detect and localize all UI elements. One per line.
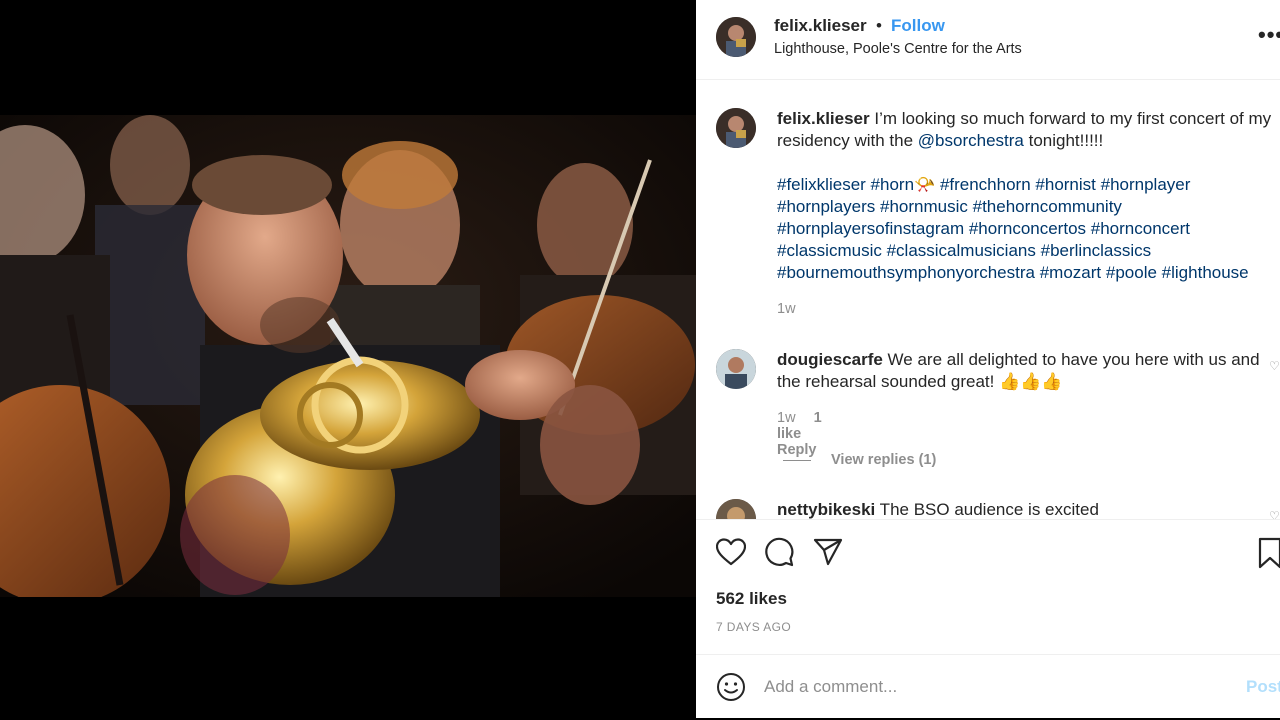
- hashtag[interactable]: #hornconcertos: [969, 219, 1086, 238]
- author-avatar[interactable]: [716, 17, 756, 57]
- caption-time: 1w: [777, 301, 796, 317]
- follow-button[interactable]: Follow: [891, 16, 945, 36]
- mention-link[interactable]: @bsorchestra: [918, 131, 1024, 150]
- hashtag[interactable]: #lighthouse: [1162, 263, 1249, 282]
- hashtag-list: #felixklieser #horn📯 #frenchhorn #hornis…: [777, 175, 1249, 282]
- comment-heart-icon[interactable]: ♡: [1269, 509, 1280, 519]
- hashtag[interactable]: #hornplayersofinstagram: [777, 219, 964, 238]
- comment-icon[interactable]: [764, 537, 794, 567]
- hashtag[interactable]: #hornconcert: [1091, 219, 1190, 238]
- hashtag[interactable]: #hornplayers: [777, 197, 875, 216]
- post-timestamp: 7 DAYS AGO: [716, 620, 792, 634]
- comment-meta: 1w 1 like Reply: [777, 410, 831, 458]
- post-side-panel: felix.klieser • Follow Lighthouse, Poole…: [696, 0, 1280, 718]
- view-replies-button[interactable]: View replies (1): [783, 452, 936, 468]
- caption-text: felix.klieser I’m looking so much forwar…: [777, 108, 1280, 284]
- comment-text: nettybikeski The BSO audience is excited: [777, 499, 1280, 519]
- post-location[interactable]: Lighthouse, Poole's Centre for the Arts: [774, 41, 1022, 57]
- post-photo[interactable]: [0, 115, 696, 597]
- hashtag[interactable]: #hornist: [1035, 175, 1095, 194]
- post-header: felix.klieser • Follow Lighthouse, Poole…: [696, 0, 1280, 80]
- separator-dot: •: [876, 16, 882, 35]
- caption-text-part-2: tonight!!!!!: [1023, 131, 1104, 150]
- hashtag[interactable]: #bournemouthsymphonyorchestra: [777, 263, 1035, 282]
- share-icon[interactable]: [813, 538, 843, 566]
- hashtag[interactable]: #horn📯: [871, 175, 936, 194]
- likes-count[interactable]: 562 likes: [716, 589, 787, 609]
- comment-time: 1w: [777, 410, 796, 426]
- author-username[interactable]: felix.klieser: [774, 16, 867, 36]
- hashtag[interactable]: #felixklieser: [777, 175, 866, 194]
- hashtag[interactable]: #frenchhorn: [940, 175, 1031, 194]
- more-options-icon[interactable]: •••: [1258, 22, 1280, 48]
- commenter-username[interactable]: dougiescarfe: [777, 350, 883, 369]
- comments-list[interactable]: felix.klieser I’m looking so much forwar…: [696, 81, 1280, 519]
- heart-icon[interactable]: [716, 538, 746, 566]
- post-actions: 562 likes 7 DAYS AGO: [696, 519, 1280, 659]
- commenter-username[interactable]: nettybikeski: [777, 500, 875, 519]
- comment-input[interactable]: [764, 673, 1224, 701]
- hashtag[interactable]: #thehorncommunity: [973, 197, 1122, 216]
- post-comment-button[interactable]: Post: [1246, 677, 1280, 697]
- replies-divider: [783, 459, 811, 461]
- hashtag[interactable]: #classicalmusicians: [887, 241, 1036, 260]
- post-media-pane: [0, 0, 696, 720]
- caption-avatar[interactable]: [716, 108, 756, 148]
- hashtag[interactable]: #poole: [1106, 263, 1157, 282]
- horn-player-photo: [0, 115, 696, 597]
- comment-text: dougiescarfe We are all delighted to hav…: [777, 349, 1280, 393]
- add-comment-bar: Post: [696, 654, 1280, 718]
- bookmark-icon[interactable]: [1258, 537, 1280, 569]
- hashtag[interactable]: #berlinclassics: [1041, 241, 1152, 260]
- hashtag[interactable]: #hornplayer: [1101, 175, 1191, 194]
- hashtag[interactable]: #mozart: [1040, 263, 1101, 282]
- hashtag[interactable]: #classicmusic: [777, 241, 882, 260]
- comment-body: The BSO audience is excited: [875, 500, 1099, 519]
- view-replies-label: View replies (1): [831, 452, 937, 468]
- comment-heart-icon[interactable]: ♡: [1269, 359, 1280, 373]
- commenter-avatar[interactable]: [716, 349, 756, 389]
- emoji-icon[interactable]: [716, 672, 746, 702]
- commenter-avatar[interactable]: [716, 499, 756, 519]
- caption-username[interactable]: felix.klieser: [777, 109, 870, 128]
- hashtag[interactable]: #hornmusic: [880, 197, 968, 216]
